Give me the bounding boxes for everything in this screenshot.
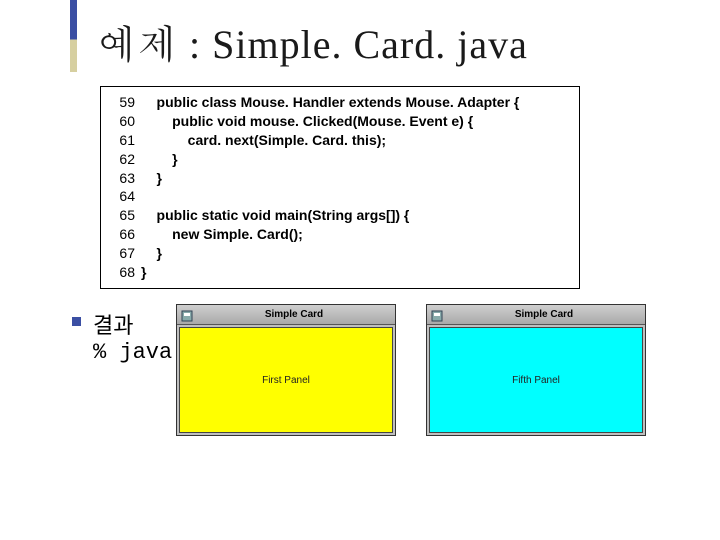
accent-bar — [70, 0, 77, 72]
code-lineno: 66 — [111, 225, 135, 244]
code-text: new Simple. Card(); — [141, 226, 303, 242]
window-panel: First Panel — [179, 327, 393, 433]
code-line: 61 card. next(Simple. Card. this); — [111, 131, 569, 150]
window-sys-icon — [431, 309, 443, 321]
code-text: public static void main(String args[]) { — [141, 207, 409, 223]
window-sys-icon — [181, 309, 193, 321]
code-text: public class Mouse. Handler extends Mous… — [141, 94, 519, 110]
code-line: 67 } — [111, 244, 569, 263]
code-text: } — [141, 264, 146, 280]
code-text: card. next(Simple. Card. this); — [141, 132, 386, 148]
code-text: } — [141, 170, 162, 186]
code-text: } — [141, 245, 162, 261]
code-lineno: 59 — [111, 93, 135, 112]
code-line: 63 } — [111, 169, 569, 188]
code-line: 68} — [111, 263, 569, 282]
code-lineno: 64 — [111, 187, 135, 206]
code-lineno: 68 — [111, 263, 135, 282]
code-box: 59 public class Mouse. Handler extends M… — [100, 86, 580, 289]
code-lineno: 62 — [111, 150, 135, 169]
code-text: public void mouse. Clicked(Mouse. Event … — [141, 113, 473, 129]
window-titlebar: Simple Card — [427, 305, 645, 325]
code-lineno: 61 — [111, 131, 135, 150]
demo-window: Simple Card First Panel — [176, 304, 396, 436]
code-line: 60 public void mouse. Clicked(Mouse. Eve… — [111, 112, 569, 131]
demo-window: Simple Card Fifth Panel — [426, 304, 646, 436]
code-text: } — [141, 151, 178, 167]
code-lineno: 67 — [111, 244, 135, 263]
slide: 예제 : Simple. Card. java 59 public class … — [0, 0, 720, 540]
code-lineno: 60 — [111, 112, 135, 131]
code-line: 64 — [111, 187, 569, 206]
window-panel: Fifth Panel — [429, 327, 643, 433]
result-windows: Simple Card First Panel Simple Card Fifth P… — [176, 304, 646, 436]
code-line: 65 public static void main(String args[]… — [111, 206, 569, 225]
code-line: 59 public class Mouse. Handler extends M… — [111, 93, 569, 112]
page-title: 예제 : Simple. Card. java — [96, 14, 528, 70]
window-title: Simple Card — [197, 309, 391, 320]
code-line: 62 } — [111, 150, 569, 169]
code-lineno: 63 — [111, 169, 135, 188]
code-line: 66 new Simple. Card(); — [111, 225, 569, 244]
code-lineno: 65 — [111, 206, 135, 225]
bullet-icon — [72, 317, 81, 326]
window-title: Simple Card — [447, 309, 641, 320]
window-titlebar: Simple Card — [177, 305, 395, 325]
